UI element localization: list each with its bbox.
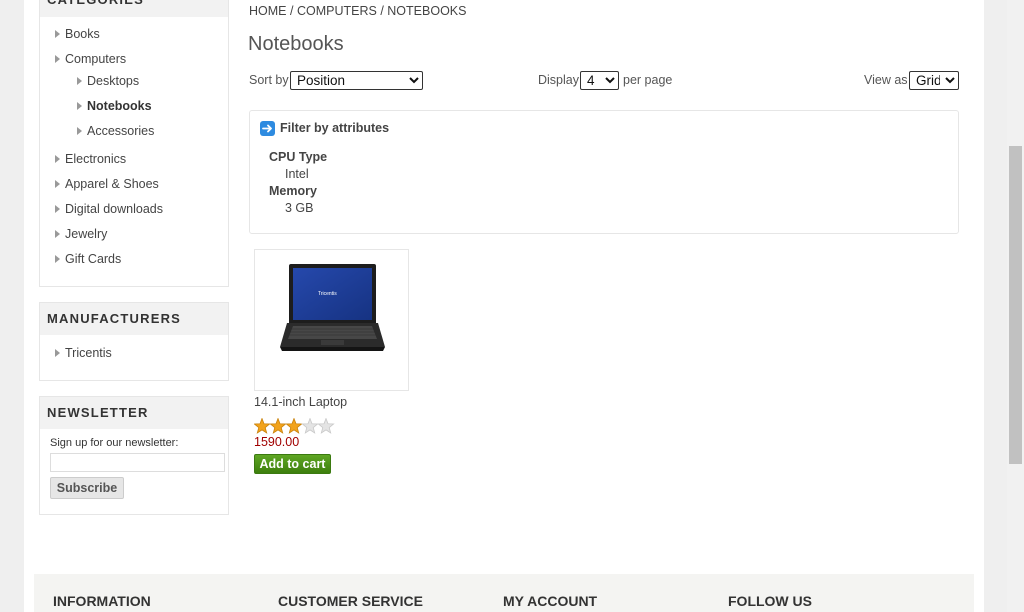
subscribe-button[interactable]: Subscribe [50,477,124,499]
manufacturers-title: MANUFACTURERS [40,303,228,335]
manufacturer-tricentis[interactable]: Tricentis [55,346,112,360]
categories-block: CATEGORIES [39,0,229,287]
sort-select[interactable]: Position [290,71,423,90]
bullet-icon [55,180,60,188]
newsletter-label: Sign up for our newsletter: [50,437,179,449]
bullet-icon [55,155,60,163]
breadcrumb-computers[interactable]: COMPUTERS [297,4,377,18]
product-title-link[interactable]: 14.1-inch Laptop [254,395,347,409]
footer-customer-service-title: CUSTOMER SERVICE [278,593,423,609]
display-select[interactable]: 4 [580,71,619,90]
star-empty-icon [317,418,335,434]
attribute-name: CPU Type [269,150,328,164]
rating-stars [254,418,335,434]
category-electronics[interactable]: Electronics [55,152,126,166]
product-image-frame[interactable]: Tricentis [254,249,409,391]
bullet-icon [77,77,82,85]
category-digital-downloads[interactable]: Digital downloads [55,202,163,216]
scrollbar-thumb[interactable] [1009,146,1022,464]
newsletter-email-input[interactable] [50,453,225,472]
category-computers[interactable]: Computers [55,52,126,66]
star-filled-icon [254,418,271,434]
category-books[interactable]: Books [55,27,100,41]
categories-title: CATEGORIES [40,0,228,17]
category-apparel-shoes[interactable]: Apparel & Shoes [55,177,159,191]
footer-my-account-title: MY ACCOUNT [503,593,598,609]
bullet-icon [77,127,82,135]
category-jewelry[interactable]: Jewelry [55,227,107,241]
footer-follow-us-title: FOLLOW US [728,593,812,609]
category-accessories[interactable]: Accessories [77,124,154,138]
category-gift-cards[interactable]: Gift Cards [55,252,121,266]
bullet-icon [55,255,60,263]
category-desktops[interactable]: Desktops [77,74,139,88]
bullet-icon [77,102,82,110]
bullet-icon [55,30,60,38]
attribute-value[interactable]: Intel [285,167,309,181]
view-select[interactable]: Grid [909,71,959,90]
per-page-label: per page [623,73,673,87]
footer-information-title: INFORMATION [53,593,151,609]
breadcrumb-separator: / [380,4,384,18]
breadcrumb-current: NOTEBOOKS [387,4,467,18]
manufacturers-block: MANUFACTURERS [39,302,229,381]
product-price: 1590.00 [254,435,300,449]
laptop-image: Tricentis [280,264,385,351]
star-filled-icon [285,418,303,434]
breadcrumb-separator: / [289,4,294,18]
attribute-value[interactable]: 3 GB [285,201,314,215]
category-notebooks[interactable]: Notebooks [77,99,152,113]
screen-brand-text: Tricentis [318,291,337,297]
star-empty-icon [301,418,319,434]
bullet-icon [55,205,60,213]
breadcrumb-home[interactable]: HOME [249,4,287,18]
breadcrumb: HOME / COMPUTERS / NOTEBOOKS [249,4,466,18]
arrow-right-icon[interactable] [260,121,275,136]
bullet-icon [55,230,60,238]
display-label: Display [538,73,579,87]
view-label: View as [864,73,908,87]
page-title: Notebooks [248,33,344,55]
bullet-icon [55,349,60,357]
newsletter-title: NEWSLETTER [40,397,228,429]
add-to-cart-button[interactable]: Add to cart [254,454,331,474]
bullet-icon [55,55,60,63]
sort-label: Sort by [249,73,289,87]
attribute-name: Memory [269,184,317,198]
filter-title: Filter by attributes [280,121,390,135]
star-filled-icon [269,418,287,434]
